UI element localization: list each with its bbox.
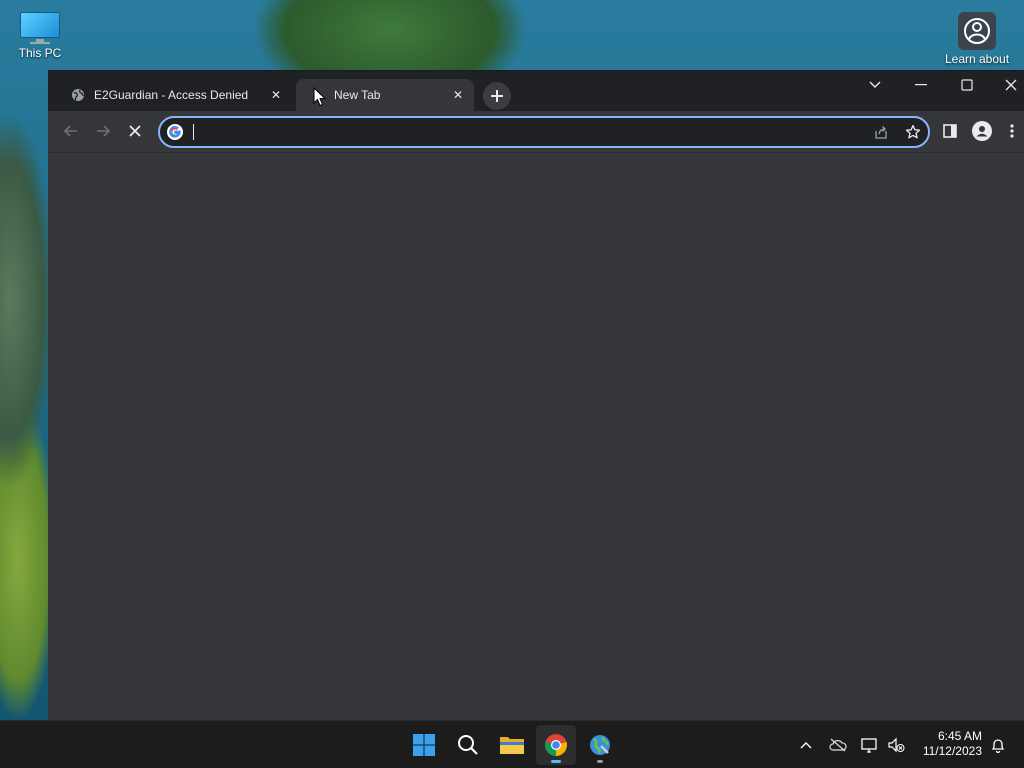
globe-app-button[interactable] [580,725,620,765]
tab-strip: E2Guardian - Access Denied ✕ New Tab ✕ [48,71,1024,111]
back-button[interactable] [57,117,85,145]
desktop-icon-label: Learn about [944,52,1010,66]
google-icon [167,124,183,140]
cloud-offline-icon [829,738,847,752]
taskbar: 6:45 AM 11/12/2023 [0,720,1024,768]
side-panel-icon [943,124,957,138]
address-input[interactable] [190,121,830,143]
running-indicator [597,760,603,763]
arrow-right-icon [97,125,111,137]
more-vert-icon [1010,124,1014,138]
globe-icon [70,87,86,103]
chrome-window: E2Guardian - Access Denied ✕ New Tab ✕ [48,70,1024,721]
maximize-button[interactable] [952,71,982,99]
tab-title: New Tab [334,88,381,102]
chevron-up-icon [800,742,812,749]
globe-app-icon [590,735,610,755]
close-window-button[interactable] [998,71,1024,99]
close-icon[interactable]: ✕ [268,87,284,103]
windows-start-icon [413,734,435,756]
bookmark-button[interactable] [899,118,927,146]
minimize-icon [915,84,927,86]
search-button[interactable] [448,725,488,765]
minimize-button[interactable] [906,71,936,99]
chrome-taskbar-button[interactable] [536,725,576,765]
tab-search-button[interactable] [860,71,890,99]
stop-loading-button[interactable] [121,117,149,145]
page-content [48,154,1024,721]
volume-tray-button[interactable] [884,733,908,757]
side-panel-button[interactable] [936,117,964,145]
share-button[interactable] [867,118,895,146]
active-indicator [551,760,561,763]
tab-title: E2Guardian - Access Denied [94,88,249,102]
maximize-icon [961,79,973,91]
folder-icon [500,737,524,754]
text-caret [193,124,194,140]
close-icon [129,125,141,137]
clock-time: 6:45 AM [937,729,982,743]
desktop-icon-learn-about[interactable]: Learn about [942,12,1012,66]
close-icon [1005,79,1017,91]
profile-button[interactable] [968,117,996,145]
system-clock[interactable]: 6:45 AM 11/12/2023 [912,729,982,759]
forward-button[interactable] [89,117,117,145]
desktop-icon-this-pc[interactable]: This PC [14,10,66,60]
close-icon[interactable]: ✕ [450,87,466,103]
clock-date: 11/12/2023 [922,744,982,758]
bell-icon [991,739,1005,753]
notifications-button[interactable] [986,733,1010,757]
start-button[interactable] [404,725,444,765]
volume-muted-icon [888,737,905,753]
desktop-icon-label: This PC [18,46,62,60]
monitor-icon [18,10,62,44]
browser-menu-button[interactable] [1000,117,1024,145]
network-icon [861,738,877,753]
share-icon [875,126,887,139]
mouse-cursor-icon [313,87,327,107]
star-icon [905,124,921,139]
learn-about-icon [958,12,996,50]
chrome-icon [545,734,567,756]
new-tab-button[interactable] [483,82,511,110]
arrow-left-icon [63,125,77,137]
show-hidden-icons-button[interactable] [794,733,818,757]
avatar-icon [972,121,992,141]
chevron-down-icon [869,81,881,88]
onedrive-tray-button[interactable] [826,733,850,757]
search-icon [458,735,478,755]
network-tray-button[interactable] [858,733,882,757]
plus-icon [491,90,503,102]
browser-toolbar [48,111,1024,153]
address-bar[interactable] [158,116,930,148]
file-explorer-button[interactable] [492,725,532,765]
tab-e2guardian[interactable]: E2Guardian - Access Denied ✕ [56,79,292,111]
